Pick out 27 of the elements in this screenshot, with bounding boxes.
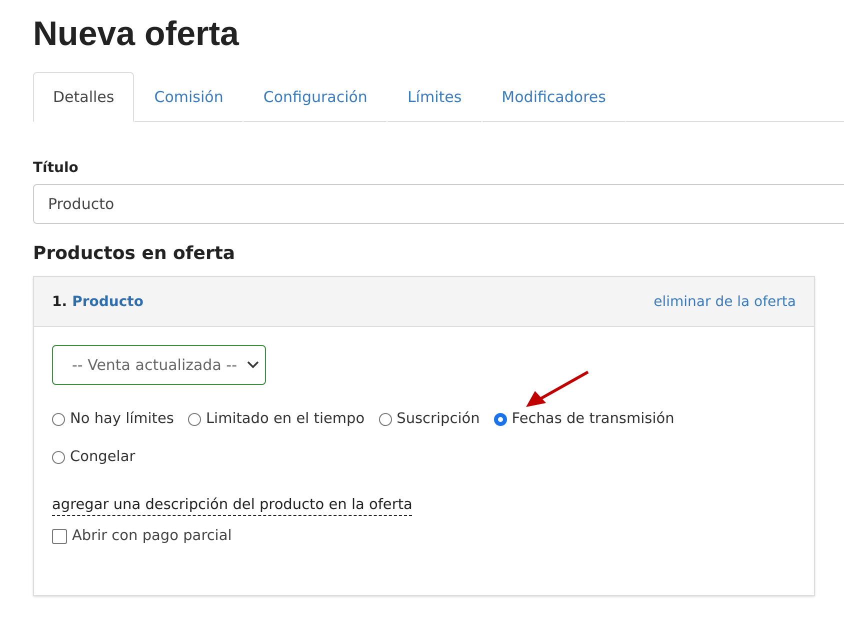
sale-select[interactable]: -- Venta actualizada -- — [52, 345, 266, 385]
radio-option[interactable]: Fechas de transmisión — [494, 405, 674, 433]
tab[interactable]: Configuración — [243, 72, 388, 122]
field-label: Título — [33, 160, 80, 176]
chevron-icon — [247, 361, 259, 369]
remove-link[interactable]: eliminar de la oferta — [654, 294, 796, 310]
product-link[interactable]: Producto — [72, 294, 144, 310]
radio-option[interactable]: Limitado en el tiempo — [188, 405, 365, 433]
checkbox[interactable] — [52, 528, 67, 544]
radio-option[interactable]: No hay límites — [52, 405, 174, 433]
radio-button[interactable] — [52, 412, 65, 426]
tab[interactable]: Detalles — [33, 72, 134, 122]
product-number: 1. — [52, 294, 68, 310]
radio-button[interactable] — [52, 450, 65, 464]
section-heading: Productos en oferta — [33, 243, 236, 264]
description-link[interactable]: agregar una descripción del producto en la oferta — [52, 497, 412, 516]
tab[interactable]: Modificadores — [482, 72, 626, 122]
radio-button[interactable] — [188, 412, 201, 426]
radio-button[interactable] — [378, 412, 392, 426]
radio-button[interactable] — [494, 412, 507, 426]
title-field[interactable]: Producto — [33, 184, 844, 224]
radio-option[interactable]: Suscripción — [378, 405, 480, 433]
page-title: Nueva oferta — [33, 14, 240, 55]
checkbox-option[interactable]: Abrir con pago parcial — [52, 528, 796, 544]
tab[interactable]: Límites — [387, 72, 482, 122]
tab[interactable]: Comisión — [134, 72, 244, 122]
radio-option[interactable]: Congelar — [52, 443, 136, 471]
